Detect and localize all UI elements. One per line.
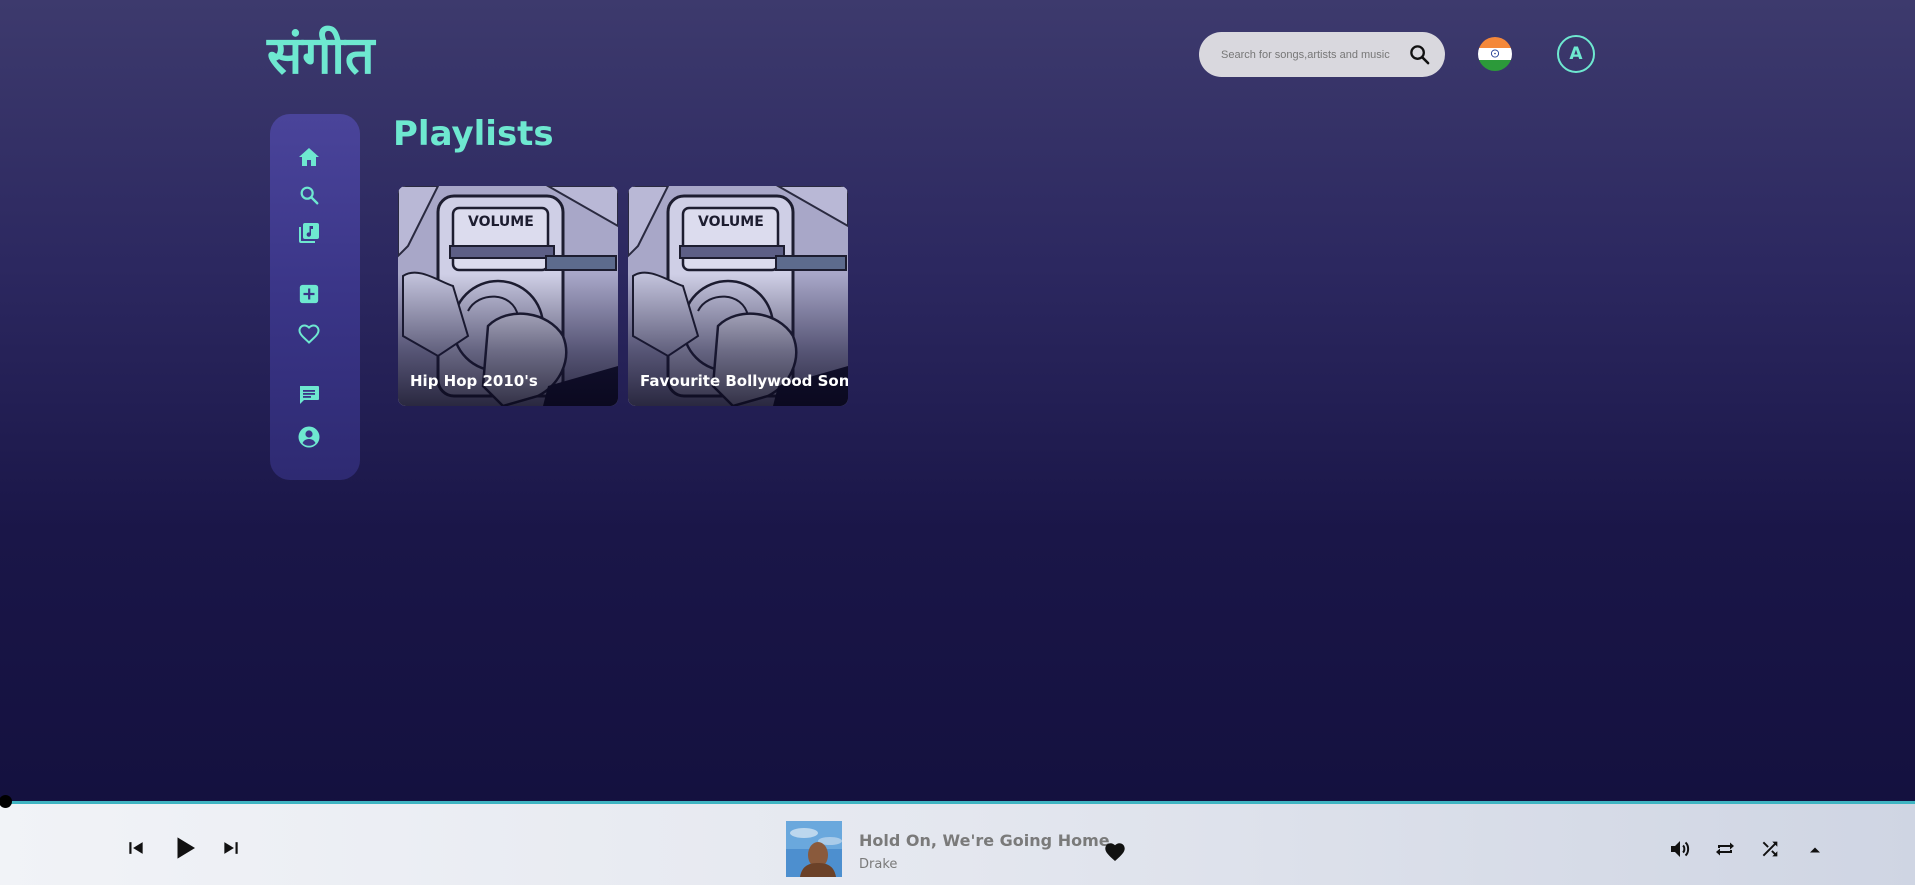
playlist-card[interactable]: VOLUME Favourite Bollywood Songs [628,186,848,406]
account-circle-icon[interactable] [296,424,322,450]
add-box-icon[interactable] [296,281,322,307]
search-icon[interactable] [1408,43,1431,66]
playlist-card[interactable]: VOLUME Hip Hop 2010's [398,186,618,406]
page-title: Playlists [393,114,554,154]
playlist-name: Hip Hop 2010's [410,372,538,390]
skip-previous-icon[interactable] [124,836,148,860]
chevron-up-icon[interactable] [1803,838,1827,862]
repeat-icon[interactable] [1712,836,1738,862]
shuffle-icon[interactable] [1757,836,1783,862]
india-flag-icon[interactable] [1478,37,1512,71]
search-bar [1199,32,1445,77]
sidebar [270,114,360,480]
app-logo[interactable]: संगीत [267,18,375,89]
skip-next-icon[interactable] [219,836,243,860]
chat-icon[interactable] [296,382,322,408]
home-icon[interactable] [296,144,322,170]
track-artist[interactable]: Drake [859,857,897,872]
progress-bar[interactable] [0,801,1915,804]
user-avatar[interactable]: A [1557,35,1595,73]
library-music-icon[interactable] [296,220,322,246]
search-icon[interactable] [296,182,322,208]
search-input[interactable] [1221,39,1393,70]
heart-filled-icon[interactable] [1101,838,1129,866]
track-title[interactable]: Hold On, We're Going Home [859,831,1110,850]
play-icon[interactable] [168,831,202,865]
playlist-name: Favourite Bollywood Songs [640,372,848,390]
album-cover-image [786,821,842,877]
heart-outline-icon[interactable] [296,321,322,347]
volume-icon[interactable] [1667,836,1693,862]
